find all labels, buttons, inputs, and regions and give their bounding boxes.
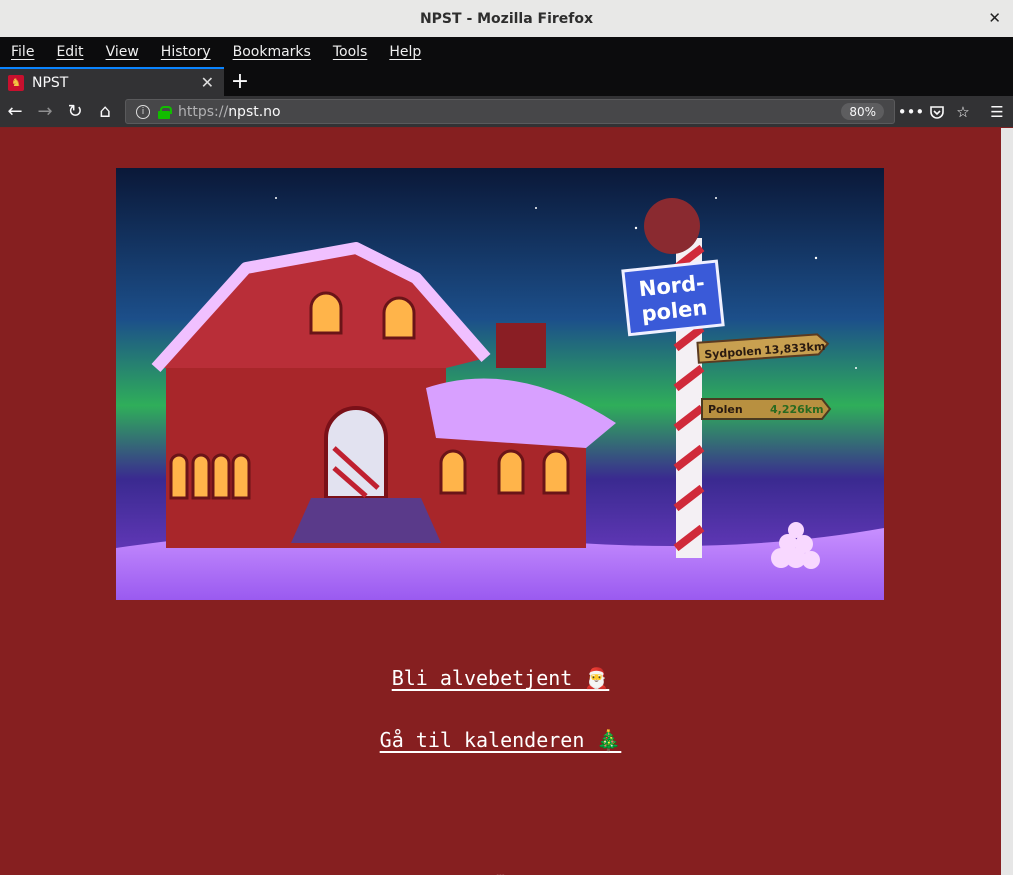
zoom-level-badge[interactable]: 80%: [841, 103, 884, 120]
page-actions-icon[interactable]: •••: [898, 97, 925, 127]
menu-edit[interactable]: Edit: [45, 44, 94, 60]
bookmark-star-icon[interactable]: ☆: [950, 97, 976, 127]
page-content: Nord- polen Sydpolen 13,833km Polen 4,22…: [0, 128, 1001, 875]
tab-title: NPST: [32, 74, 69, 91]
page-scrollbar[interactable]: [1001, 128, 1013, 875]
url-scheme: https://: [178, 103, 229, 120]
menu-view[interactable]: View: [95, 44, 150, 60]
back-icon[interactable]: ←: [0, 97, 30, 127]
npst-favicon-icon: ♞: [8, 74, 24, 91]
url-bar[interactable]: i https:// npst.no 80%: [125, 99, 895, 124]
menu-bar: File Edit View History Bookmarks Tools H…: [0, 37, 1013, 67]
pocket-icon[interactable]: [924, 97, 950, 127]
tab-npst[interactable]: ♞ NPST ✕: [0, 67, 224, 96]
menu-file[interactable]: File: [0, 44, 45, 60]
go-to-calendar-link[interactable]: Gå til kalenderen 🎄: [380, 728, 622, 752]
link-row-2: Gå til kalenderen 🎄: [0, 728, 1001, 752]
north-pole-hero-image: Nord- polen Sydpolen 13,833km Polen 4,22…: [116, 168, 884, 600]
forward-icon[interactable]: →: [30, 97, 60, 127]
hamburger-menu-icon[interactable]: ☰: [984, 97, 1010, 127]
new-tab-icon[interactable]: +: [224, 67, 256, 96]
tab-bar: ♞ NPST ✕ +: [0, 67, 1013, 96]
window-close-icon[interactable]: ✕: [988, 9, 1001, 27]
tab-close-icon[interactable]: ✕: [201, 73, 214, 92]
url-host: npst.no: [228, 103, 281, 120]
menu-history[interactable]: History: [150, 44, 222, 60]
reload-icon[interactable]: ↻: [60, 97, 90, 127]
window-title: NPST - Mozilla Firefox: [419, 10, 594, 27]
sign-polen-place: Polen: [708, 403, 743, 416]
menu-bookmarks[interactable]: Bookmarks: [222, 44, 322, 60]
home-icon[interactable]: ⌂: [90, 97, 120, 127]
become-elf-agent-link[interactable]: Bli alvebetjent 🎅: [392, 666, 610, 690]
link-row-1: Bli alvebetjent 🎅: [0, 666, 1001, 690]
site-info-icon[interactable]: i: [136, 104, 150, 119]
sign-polen-distance: 4,226km: [770, 403, 824, 416]
secure-lock-icon: [158, 105, 172, 119]
window-titlebar: NPST - Mozilla Firefox ✕: [0, 0, 1013, 37]
menu-tools[interactable]: Tools: [322, 44, 379, 60]
navigation-toolbar: ← → ↻ ⌂ i https:// npst.no 80% ••• ☆ ☰: [0, 96, 1013, 127]
menu-help[interactable]: Help: [378, 44, 432, 60]
footer-text: …: [496, 865, 505, 875]
